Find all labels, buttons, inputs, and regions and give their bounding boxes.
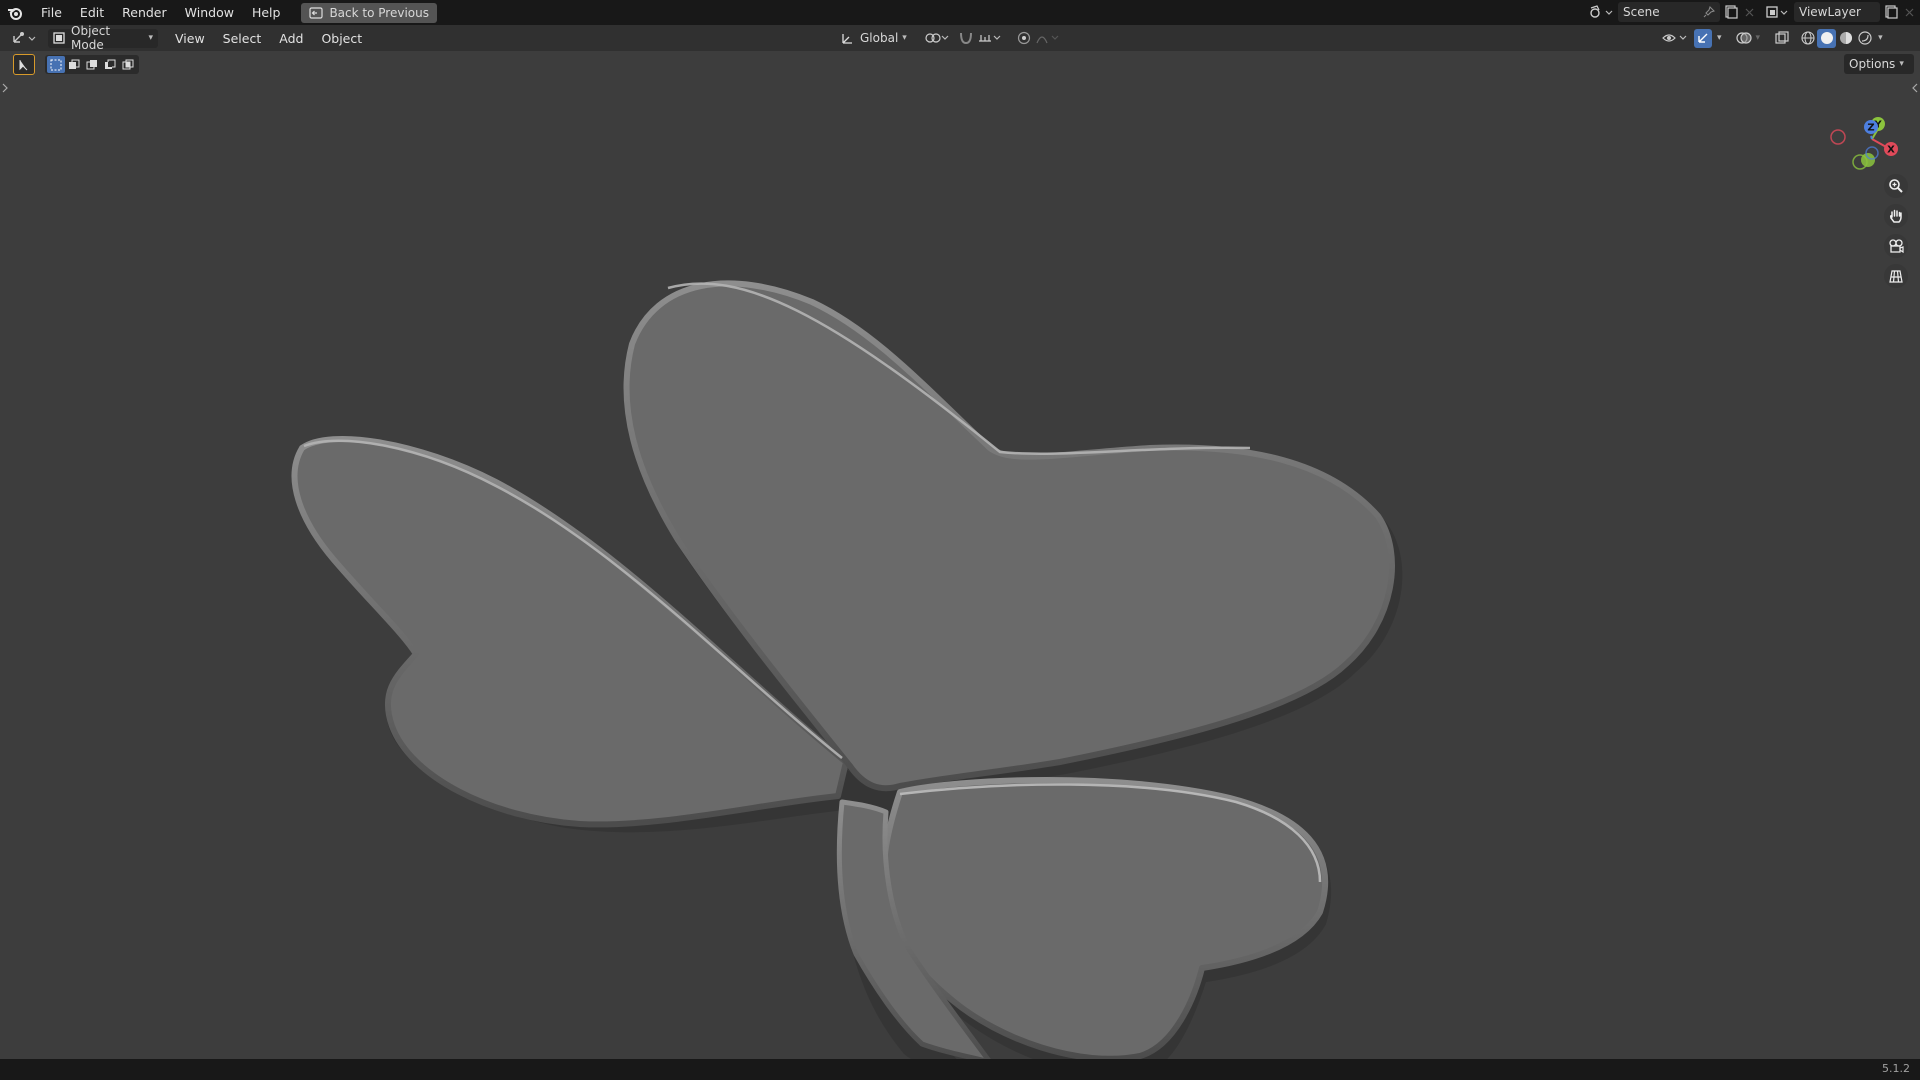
orientation-icon <box>841 32 854 45</box>
xray-toggle-icon[interactable] <box>1772 28 1792 48</box>
gizmo-toggle-icon[interactable] <box>1694 28 1712 48</box>
orientation-chevron-down-icon: ▾ <box>902 33 907 43</box>
viewlayer-browse-icon[interactable] <box>1764 2 1792 22</box>
scene-selector: Scene <box>1586 2 1756 22</box>
pivot-point-icon[interactable] <box>924 28 952 48</box>
blender-logo-icon[interactable] <box>6 4 24 22</box>
back-to-previous-label: Back to Previous <box>329 5 429 20</box>
orientation-label: Global <box>860 31 899 45</box>
delete-viewlayer-icon[interactable] <box>1902 2 1916 22</box>
snap-toggle-icon[interactable] <box>956 28 976 48</box>
mode-label: Object Mode <box>71 24 111 52</box>
shading-chevron-down-icon[interactable]: ▾ <box>1878 33 1883 43</box>
viewlayer-name-label: ViewLayer <box>1799 5 1861 19</box>
version-label: 5.1.2 <box>1882 1062 1910 1075</box>
scene-browse-icon[interactable] <box>1586 2 1616 22</box>
overlays-chevron-down-icon[interactable]: ▾ <box>1756 33 1761 43</box>
top-bar: File Edit Render Window Help Back to Pre… <box>0 0 1920 25</box>
viewport-header: Object Mode ▾ View Select Add Object Glo… <box>0 24 1920 52</box>
proportional-editing-icon[interactable] <box>1014 28 1034 48</box>
viewport-display-tools: ▾ ▾ ▾ <box>1660 28 1883 48</box>
menu-file[interactable]: File <box>34 3 69 22</box>
menu-view[interactable]: View <box>168 29 212 48</box>
mode-chevron-down-icon: ▾ <box>148 33 153 43</box>
menu-edit[interactable]: Edit <box>73 3 111 22</box>
visibility-icon[interactable] <box>1660 28 1690 48</box>
rendered-shading-icon[interactable] <box>1855 29 1874 48</box>
shamrock-leaves <box>291 280 1395 1059</box>
main-menu: File Edit Render Window Help <box>32 3 289 22</box>
editor-type-icon[interactable] <box>10 28 40 48</box>
menu-help[interactable]: Help <box>245 3 288 22</box>
viewlayer-selector: ViewLayer <box>1764 2 1916 22</box>
menu-window[interactable]: Window <box>178 3 241 22</box>
material-shading-icon[interactable] <box>1836 29 1855 48</box>
viewlayer-name-field[interactable]: ViewLayer <box>1794 2 1880 22</box>
wireframe-shading-icon[interactable] <box>1798 29 1817 48</box>
scene-name-label: Scene <box>1623 5 1660 19</box>
menu-add[interactable]: Add <box>272 29 310 48</box>
menu-render[interactable]: Render <box>115 3 174 22</box>
3d-viewport[interactable]: Options ▾ X Y Z <box>0 51 1920 1059</box>
header-menus: View Select Add Object <box>166 29 371 48</box>
pin-icon[interactable] <box>1703 6 1715 18</box>
new-viewlayer-icon[interactable] <box>1880 2 1902 22</box>
falloff-icon[interactable] <box>1034 28 1062 48</box>
orientation-dropdown[interactable]: Global ▾ <box>836 29 916 48</box>
menu-select[interactable]: Select <box>216 29 269 48</box>
back-to-previous-button[interactable]: Back to Previous <box>301 2 437 23</box>
gizmo-chevron-down-icon[interactable]: ▾ <box>1717 33 1722 43</box>
mode-dropdown[interactable]: Object Mode ▾ <box>48 24 158 52</box>
snap-target-icon[interactable] <box>976 28 1004 48</box>
menu-object[interactable]: Object <box>314 29 369 48</box>
object-mode-icon <box>53 32 65 44</box>
solid-shading-icon[interactable] <box>1817 28 1837 48</box>
delete-scene-icon[interactable] <box>1742 2 1756 22</box>
new-scene-icon[interactable] <box>1720 2 1742 22</box>
overlays-icon[interactable] <box>1734 28 1754 48</box>
status-bar: 5.1.2 <box>0 1059 1920 1080</box>
shading-mode-group <box>1798 28 1874 48</box>
transform-tools: Global ▾ <box>836 28 1062 48</box>
back-icon <box>309 6 324 19</box>
scene-name-field[interactable]: Scene <box>1618 2 1720 22</box>
shamrock-mesh[interactable] <box>0 51 1920 1059</box>
